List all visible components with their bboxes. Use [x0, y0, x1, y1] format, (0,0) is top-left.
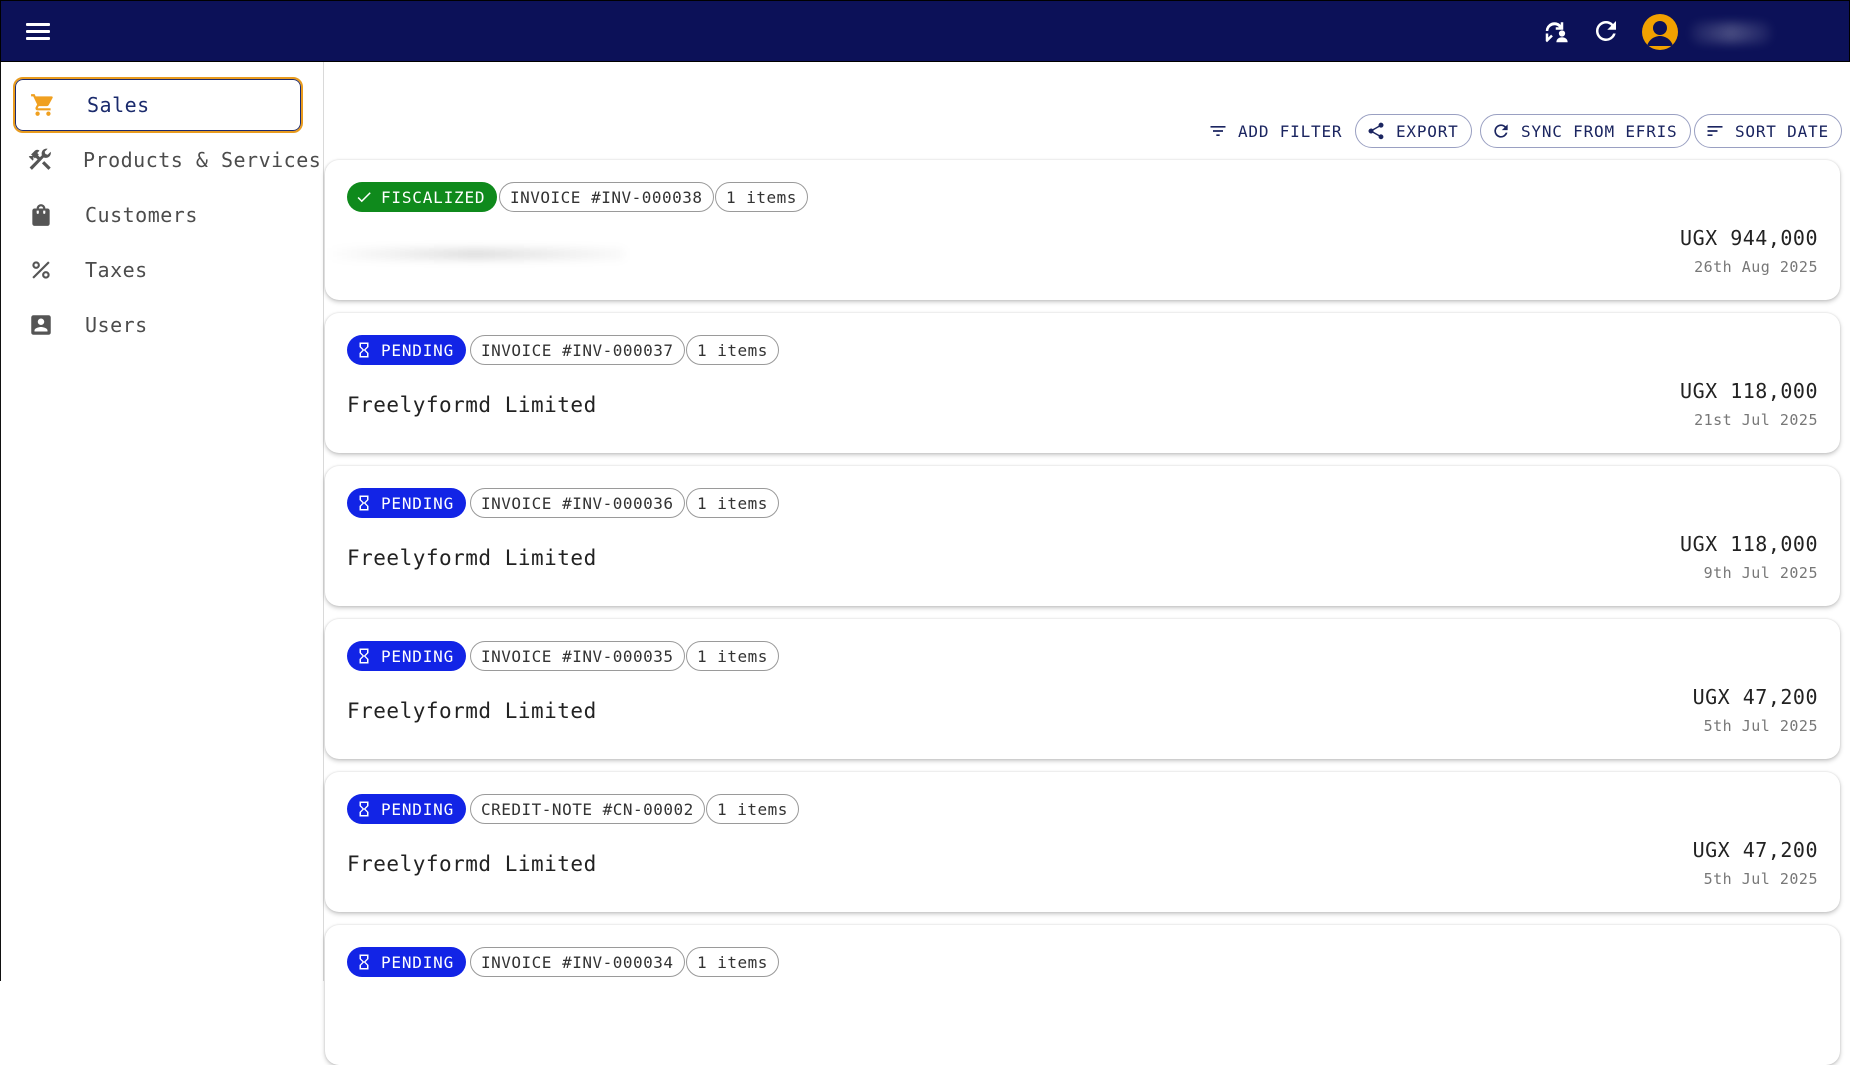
sync-label: SYNC FROM EFRIS [1521, 121, 1678, 141]
status-label: PENDING [381, 952, 455, 972]
items-chip: 1 items [686, 335, 779, 365]
status-badge: PENDING [347, 794, 467, 824]
status-badge: FISCALIZED [347, 182, 498, 212]
add-filter-button[interactable]: ADD FILTER [1197, 114, 1356, 148]
record-card[interactable]: FISCALIZED INVOICE #INV-000038 1 items U… [325, 160, 1840, 300]
date: 5th Jul 2025 [1703, 717, 1818, 735]
amount: UGX 47,200 [1692, 685, 1818, 709]
sort-label: SORT DATE [1735, 121, 1829, 141]
status-label: PENDING [381, 340, 455, 360]
customer-name-redacted [325, 248, 625, 260]
record-card[interactable]: PENDING INVOICE #INV-000034 1 items [325, 925, 1840, 1065]
percent-icon [27, 256, 55, 284]
switch-account-icon[interactable] [1542, 16, 1572, 46]
date: 9th Jul 2025 [1703, 564, 1818, 582]
sync-from-efris-button[interactable]: SYNC FROM EFRIS [1480, 114, 1691, 148]
customer-name: Freelyformd Limited [347, 852, 597, 876]
tools-icon [27, 146, 53, 174]
status-badge: PENDING [347, 947, 467, 977]
status-label: PENDING [381, 799, 455, 819]
filter-icon [1210, 126, 1226, 136]
sidebar-item-label: Customers [85, 203, 198, 227]
document-chip: INVOICE #INV-000035 [470, 641, 685, 671]
sidebar-item-label: Sales [87, 93, 150, 117]
hourglass-icon [359, 648, 369, 664]
record-card[interactable]: PENDING INVOICE #INV-000036 1 items Free… [325, 466, 1840, 606]
sidebar-item-sales[interactable]: Sales [13, 77, 303, 133]
app-bar [0, 0, 1850, 62]
sidebar-item-users[interactable]: Users [13, 297, 303, 353]
share-icon [1368, 122, 1384, 140]
refresh-icon [1494, 124, 1508, 138]
avatar[interactable] [1642, 14, 1678, 50]
document-chip: INVOICE #INV-000037 [470, 335, 685, 365]
customer-name: Freelyformd Limited [347, 546, 597, 570]
refresh-icon[interactable] [1591, 16, 1621, 46]
hourglass-icon [359, 954, 369, 970]
sort-date-button[interactable]: SORT DATE [1694, 114, 1842, 148]
date: 21st Jul 2025 [1694, 411, 1818, 429]
user-name-redacted [1691, 23, 1771, 43]
sidebar-item-label: Users [85, 313, 148, 337]
export-label: EXPORT [1396, 121, 1459, 141]
record-card[interactable]: PENDING INVOICE #INV-000035 1 items Free… [325, 619, 1840, 759]
items-chip: 1 items [686, 641, 779, 671]
add-filter-label: ADD FILTER [1238, 121, 1343, 141]
amount: UGX 944,000 [1680, 226, 1818, 250]
sidebar-item-products-services[interactable]: Products & Services [13, 132, 321, 188]
sidebar-item-label: Taxes [85, 258, 148, 282]
items-chip: 1 items [706, 794, 799, 824]
shopping-bag-icon [27, 201, 55, 229]
items-chip: 1 items [715, 182, 808, 212]
status-label: FISCALIZED [381, 187, 486, 207]
status-label: PENDING [381, 646, 455, 666]
date: 26th Aug 2025 [1694, 258, 1818, 276]
record-card[interactable]: PENDING INVOICE #INV-000037 1 items Free… [325, 313, 1840, 453]
status-badge: PENDING [347, 335, 467, 365]
document-chip: CREDIT-NOTE #CN-00002 [470, 794, 705, 824]
customer-name: Freelyformd Limited [347, 393, 597, 417]
sidebar-item-taxes[interactable]: Taxes [13, 242, 303, 298]
hourglass-icon [359, 801, 369, 817]
document-chip: INVOICE #INV-000038 [499, 182, 714, 212]
cart-icon [29, 91, 57, 119]
document-chip: INVOICE #INV-000034 [470, 947, 685, 977]
check-icon [357, 192, 371, 203]
hourglass-icon [359, 495, 369, 511]
document-chip: INVOICE #INV-000036 [470, 488, 685, 518]
customer-name: Freelyformd Limited [347, 699, 597, 723]
items-chip: 1 items [686, 488, 779, 518]
status-badge: PENDING [347, 488, 467, 518]
menu-icon[interactable] [23, 18, 53, 46]
status-label: PENDING [381, 493, 455, 513]
sidebar: Sales Products & Services Customers Taxe… [0, 62, 324, 981]
amount: UGX 47,200 [1692, 838, 1818, 862]
sidebar-item-label: Products & Services [83, 148, 322, 172]
amount: UGX 118,000 [1680, 532, 1818, 556]
date: 5th Jul 2025 [1703, 870, 1818, 888]
status-badge: PENDING [347, 641, 467, 671]
sort-icon [1707, 126, 1723, 136]
items-chip: 1 items [686, 947, 779, 977]
amount: UGX 118,000 [1680, 379, 1818, 403]
record-card[interactable]: PENDING CREDIT-NOTE #CN-00002 1 items Fr… [325, 772, 1840, 912]
account-box-icon [27, 311, 55, 339]
export-button[interactable]: EXPORT [1355, 114, 1472, 148]
hourglass-icon [359, 342, 369, 358]
sidebar-item-customers[interactable]: Customers [13, 187, 303, 243]
